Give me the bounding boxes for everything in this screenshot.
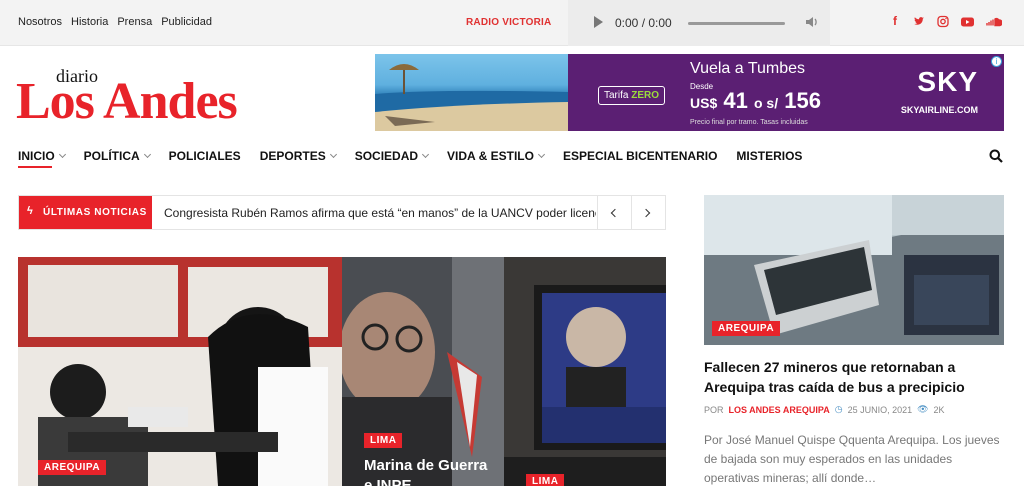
news-ticker: ϟ ÚLTIMAS NOTICIAS Congresista Rubén Ram… [18, 195, 666, 230]
article-excerpt: Por José Manuel Quispe Qquenta Arequipa.… [704, 433, 1000, 485]
ad-tarifa: Tarifa ZERO [598, 86, 666, 105]
article-meta: POR LOS ANDES AREQUIPA ◷ 25 JUNIO, 2021 … [704, 404, 945, 415]
search-icon[interactable] [989, 149, 1003, 163]
chevron-right-icon [641, 208, 651, 218]
eye-icon: 👁 [917, 404, 929, 414]
main-nav: INICIO POLÍTICA POLICIALES DEPORTES SOCI… [18, 149, 821, 163]
nav-item-policiales[interactable]: POLICIALES [169, 149, 241, 163]
card-image-television [504, 257, 666, 486]
adchoices-icon[interactable]: i [991, 56, 1002, 67]
featured-card-lima-2[interactable]: LIMA [504, 257, 666, 486]
player-progress-bar[interactable] [688, 22, 785, 25]
category-badge[interactable]: AREQUIPA [38, 460, 107, 475]
ticker-headline[interactable]: Congresista Rubén Ramos afirma que está … [164, 206, 596, 220]
meta-views: 2K [933, 404, 945, 415]
featured-card-lima-1[interactable]: LIMA Marina de Guerra e INPE [342, 257, 504, 486]
volume-icon[interactable] [804, 14, 820, 30]
nav-item-vida-estilo[interactable]: VIDA & ESTILO [447, 149, 545, 163]
ad-banner[interactable]: Tarifa ZERO Vuela a Tumbes Desde US$ 41 … [375, 54, 1004, 131]
meta-author[interactable]: LOS ANDES AREQUIPA [729, 405, 830, 415]
twitter-icon[interactable] [913, 15, 925, 28]
top-link-historia[interactable]: Historia [71, 16, 108, 28]
card-title[interactable]: Marina de Guerra e INPE [364, 456, 494, 486]
category-badge[interactable]: AREQUIPA [712, 321, 781, 336]
nav-item-politica[interactable]: POLÍTICA [84, 149, 151, 163]
chevron-left-icon [610, 208, 620, 218]
top-link-publicidad[interactable]: Publicidad [161, 16, 212, 28]
player-time: 0:00 / 0:00 [615, 16, 672, 30]
top-links: Nosotros Historia Prensa Publicidad [18, 16, 212, 28]
category-badge[interactable]: LIMA [526, 474, 565, 486]
clock-icon: ◷ [834, 404, 843, 414]
site-logo[interactable]: Los Andes [16, 72, 238, 131]
youtube-icon[interactable] [961, 15, 974, 28]
nav-item-inicio[interactable]: INICIO [18, 149, 66, 163]
card-image-classroom [18, 257, 342, 486]
category-badge[interactable]: LIMA [364, 433, 403, 448]
meta-date: 25 JUNIO, 2021 [847, 404, 913, 415]
chevron-down-icon [143, 150, 151, 159]
meta-by: POR [704, 404, 724, 415]
ad-price: US$ 41 o s/ 156 [690, 88, 821, 113]
lightning-icon: ϟ [27, 205, 34, 217]
nav-item-sociedad[interactable]: SOCIEDAD [355, 149, 430, 163]
chevron-down-icon [329, 150, 337, 159]
card-image-portrait [342, 257, 504, 486]
ad-beach-image [375, 54, 568, 131]
nav-active-underline [18, 166, 52, 168]
featured-card-arequipa[interactable]: AREQUIPA [18, 257, 342, 486]
top-link-prensa[interactable]: Prensa [117, 16, 152, 28]
chevron-down-icon [537, 150, 545, 159]
ad-url: SKYAIRLINE.COM [900, 105, 978, 115]
social-links: f [889, 15, 1002, 28]
chevron-down-icon [422, 150, 430, 159]
sidebar-article-title[interactable]: Fallecen 27 mineros que retornaban a Are… [704, 357, 1004, 397]
ticker-prev-button[interactable] [597, 195, 632, 230]
nav-item-misterios[interactable]: MISTERIOS [736, 149, 802, 163]
ad-brand: SKY [917, 66, 978, 97]
nav-item-bicentenario[interactable]: ESPECIAL BICENTENARIO [563, 149, 717, 163]
nav-item-deportes[interactable]: DEPORTES [260, 149, 337, 163]
beach-illustration [375, 64, 568, 131]
soundcloud-icon[interactable] [986, 15, 1002, 28]
instagram-icon[interactable] [937, 15, 949, 28]
ad-headline: Vuela a Tumbes [690, 60, 806, 77]
top-link-nosotros[interactable]: Nosotros [18, 16, 62, 28]
ticker-label: ϟ ÚLTIMAS NOTICIAS [19, 196, 152, 229]
sidebar-card-image[interactable]: AREQUIPA [704, 195, 1004, 345]
radio-label[interactable]: RADIO VICTORIA [466, 17, 551, 28]
play-icon[interactable] [594, 16, 603, 28]
ad-promo: Tarifa ZERO Vuela a Tumbes Desde US$ 41 … [568, 54, 1004, 131]
top-bar: Nosotros Historia Prensa Publicidad RADI… [0, 0, 1024, 46]
facebook-icon[interactable]: f [889, 15, 901, 28]
chevron-down-icon [58, 150, 66, 159]
ticker-next-button[interactable] [631, 195, 666, 230]
audio-player: 0:00 / 0:00 [568, 0, 830, 46]
ad-fine-print: Precio final por tramo. Tasas incluidas [690, 119, 808, 126]
